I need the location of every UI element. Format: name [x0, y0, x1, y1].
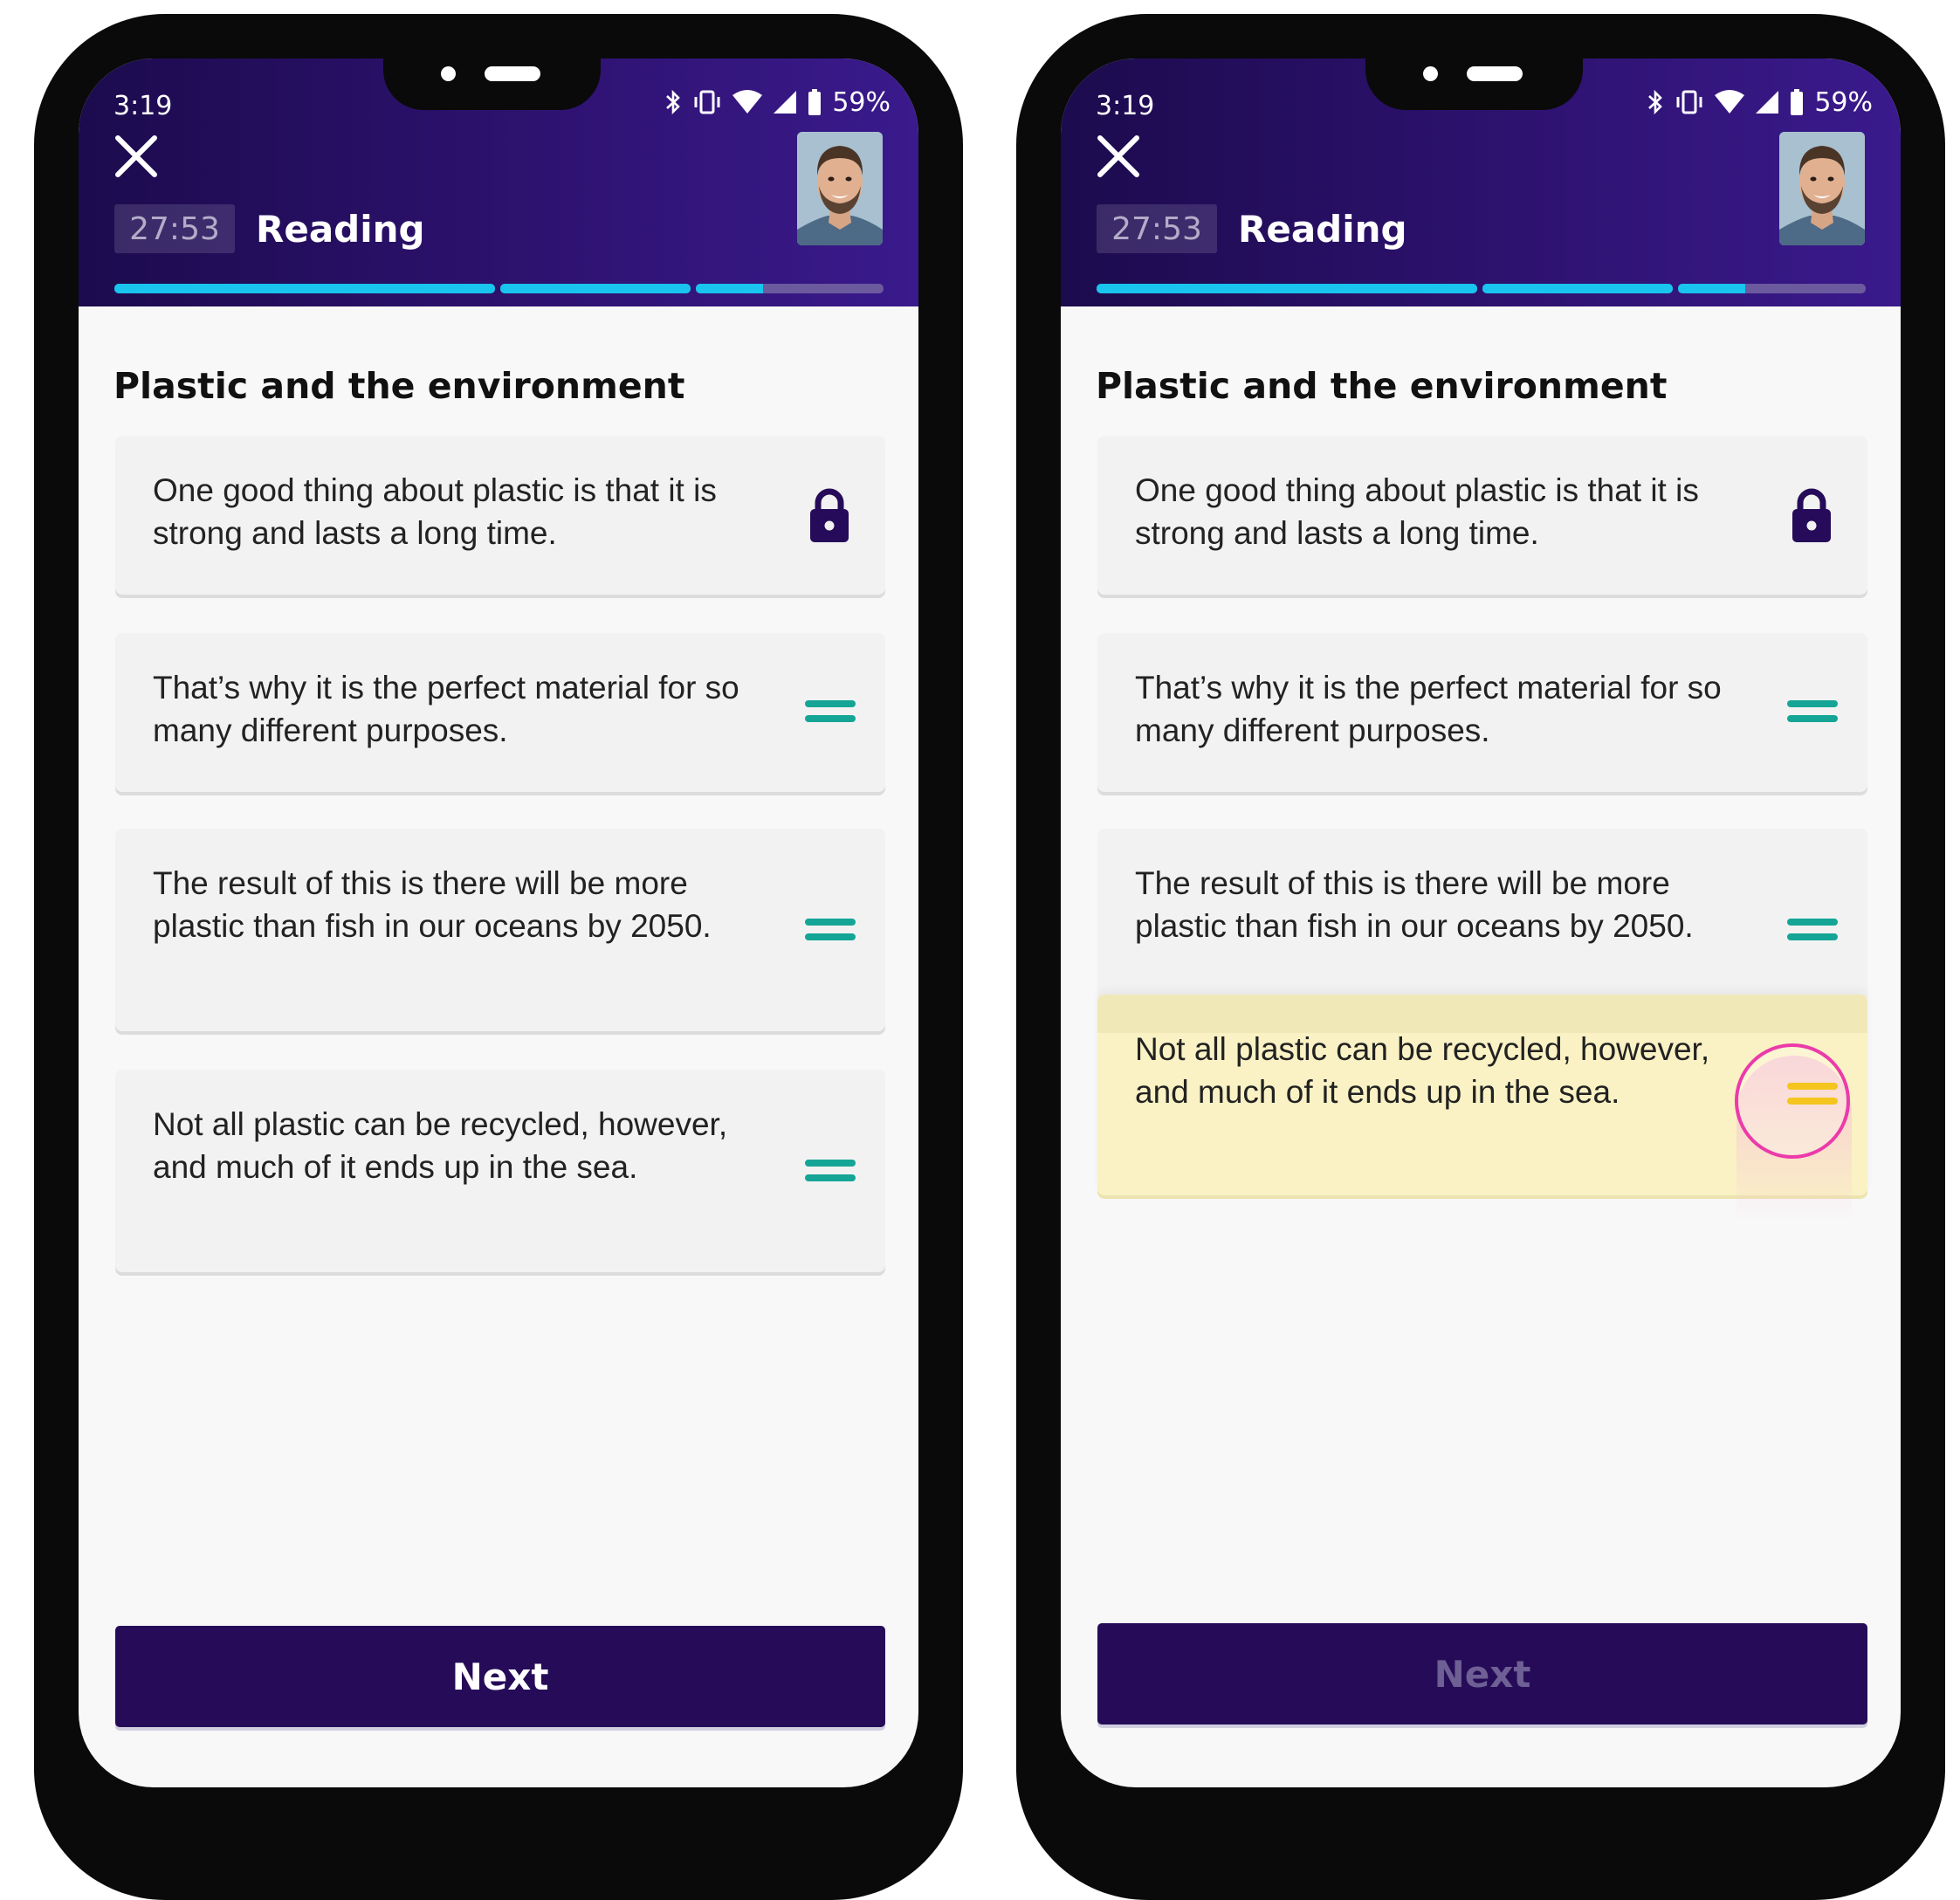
progress-segment — [500, 284, 691, 293]
wifi-icon — [732, 90, 763, 114]
battery-icon — [808, 89, 822, 115]
sentence-card-dragging[interactable]: Not all plastic can be recycled, however… — [1097, 995, 1867, 1222]
sentence-text: One good thing about plastic is that it … — [1135, 472, 1699, 551]
progress-segment — [1678, 284, 1866, 293]
bluetooth-icon — [1648, 89, 1663, 115]
app-header: 3:19 59% 27:53 Reading — [1061, 59, 1901, 306]
bluetooth-icon — [666, 89, 681, 115]
sentence-text: That’s why it is the perfect material fo… — [153, 670, 739, 748]
status-icons: 59% — [664, 85, 891, 120]
progress-fill — [1097, 284, 1477, 293]
drag-handle-icon[interactable] — [1787, 698, 1838, 726]
drag-handle-icon[interactable] — [1787, 916, 1838, 944]
camera-notch — [383, 59, 601, 110]
screen-right: 3:19 59% 27:53 Reading Plastic and the e… — [1061, 59, 1901, 1787]
progress-segment — [114, 284, 495, 293]
progress-bar — [114, 284, 884, 293]
sentence-card[interactable]: Not all plastic can be recycled, however… — [115, 1070, 885, 1272]
progress-fill — [1482, 284, 1673, 293]
progress-fill — [114, 284, 495, 293]
progress-fill — [1678, 284, 1746, 293]
signal-icon — [1756, 91, 1779, 114]
camera-notch — [1365, 59, 1583, 110]
drag-handle-icon[interactable] — [1787, 1080, 1838, 1108]
status-icons: 59% — [1647, 85, 1873, 120]
sentence-text: One good thing about plastic is that it … — [153, 472, 717, 551]
wifi-icon — [1715, 90, 1745, 114]
sentence-card[interactable]: That’s why it is the perfect material fo… — [115, 633, 885, 792]
sentence-card[interactable]: That’s why it is the perfect material fo… — [1097, 633, 1867, 792]
countdown-timer: 27:53 — [1097, 204, 1217, 253]
progress-fill — [500, 284, 691, 293]
drag-handle-icon[interactable] — [805, 1157, 856, 1185]
sentence-card-locked: One good thing about plastic is that it … — [1097, 436, 1867, 595]
status-time: 3:19 — [113, 91, 173, 121]
progress-segment — [1097, 284, 1477, 293]
next-button[interactable]: Next — [115, 1626, 885, 1727]
progress-segment — [696, 284, 884, 293]
section-title: Reading — [256, 208, 425, 251]
drag-handle-icon[interactable] — [805, 916, 856, 944]
status-time: 3:19 — [1096, 91, 1155, 121]
sentence-text: Not all plastic can be recycled, however… — [153, 1106, 728, 1185]
vibrate-icon — [1676, 90, 1702, 114]
progress-bar — [1097, 284, 1866, 293]
vibrate-icon — [694, 90, 720, 114]
question-title: Plastic and the environment — [113, 365, 685, 407]
sentence-text: The result of this is there will be more… — [153, 865, 712, 944]
signal-icon — [774, 91, 797, 114]
screen-left: 3:19 59% 27:53 Reading Plastic and the e… — [79, 59, 918, 1787]
app-header: 3:19 59% 27:53 Reading — [79, 59, 918, 306]
sentence-text: Not all plastic can be recycled, however… — [1135, 1031, 1710, 1110]
close-icon[interactable] — [113, 134, 159, 179]
progress-fill — [696, 284, 764, 293]
section-title: Reading — [1238, 208, 1407, 251]
avatar — [1779, 132, 1865, 245]
battery-percent: 59% — [1814, 86, 1873, 118]
sentence-text: That’s why it is the perfect material fo… — [1135, 670, 1722, 748]
phone-frame-left: 3:19 59% 27:53 Reading Plastic and the e… — [34, 14, 963, 1900]
battery-percent: 59% — [832, 86, 891, 118]
next-button-disabled[interactable]: Next — [1097, 1623, 1867, 1724]
phone-frame-right: 3:19 59% 27:53 Reading Plastic and the e… — [1016, 14, 1945, 1900]
lock-icon — [1792, 488, 1831, 542]
close-icon[interactable] — [1096, 134, 1141, 179]
sentence-card[interactable]: The result of this is there will be more… — [115, 829, 885, 1031]
lock-icon — [810, 488, 849, 542]
avatar — [797, 132, 883, 245]
sentence-card-locked: One good thing about plastic is that it … — [115, 436, 885, 595]
countdown-timer: 27:53 — [114, 204, 235, 253]
battery-icon — [1791, 89, 1804, 115]
drag-handle-icon[interactable] — [805, 698, 856, 726]
progress-segment — [1482, 284, 1673, 293]
question-title: Plastic and the environment — [1096, 365, 1668, 407]
sentence-text: The result of this is there will be more… — [1135, 865, 1694, 944]
